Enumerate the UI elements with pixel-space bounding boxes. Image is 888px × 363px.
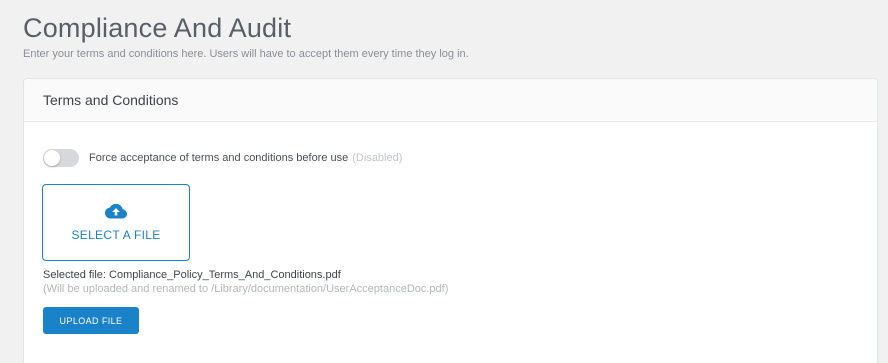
page-title: Compliance And Audit bbox=[23, 13, 292, 43]
card-header: Terms and Conditions bbox=[24, 79, 877, 122]
force-acceptance-label: Force acceptance of terms and conditions… bbox=[89, 152, 349, 164]
upload-file-button[interactable]: UPLOAD FILE bbox=[43, 307, 139, 334]
select-file-button[interactable]: SELECT A FILE bbox=[42, 184, 190, 261]
terms-card: Terms and Conditions Force acceptance of… bbox=[23, 78, 878, 363]
toggle-state-text: (Disabled) bbox=[352, 152, 403, 164]
toggle-knob bbox=[44, 150, 60, 166]
card-title: Terms and Conditions bbox=[43, 92, 179, 108]
force-acceptance-toggle[interactable] bbox=[43, 149, 79, 167]
page-header: Compliance And Audit Enter your terms an… bbox=[23, 12, 878, 61]
force-acceptance-row: Force acceptance of terms and conditions… bbox=[43, 149, 402, 167]
select-file-label: SELECT A FILE bbox=[71, 228, 161, 242]
upload-note: (Will be uploaded and renamed to /Librar… bbox=[43, 283, 449, 295]
selected-file-text: Selected file: Compliance_Policy_Terms_A… bbox=[43, 269, 341, 281]
cloud-upload-icon bbox=[105, 203, 127, 219]
page-subtitle: Enter your terms and conditions here. Us… bbox=[23, 48, 469, 60]
